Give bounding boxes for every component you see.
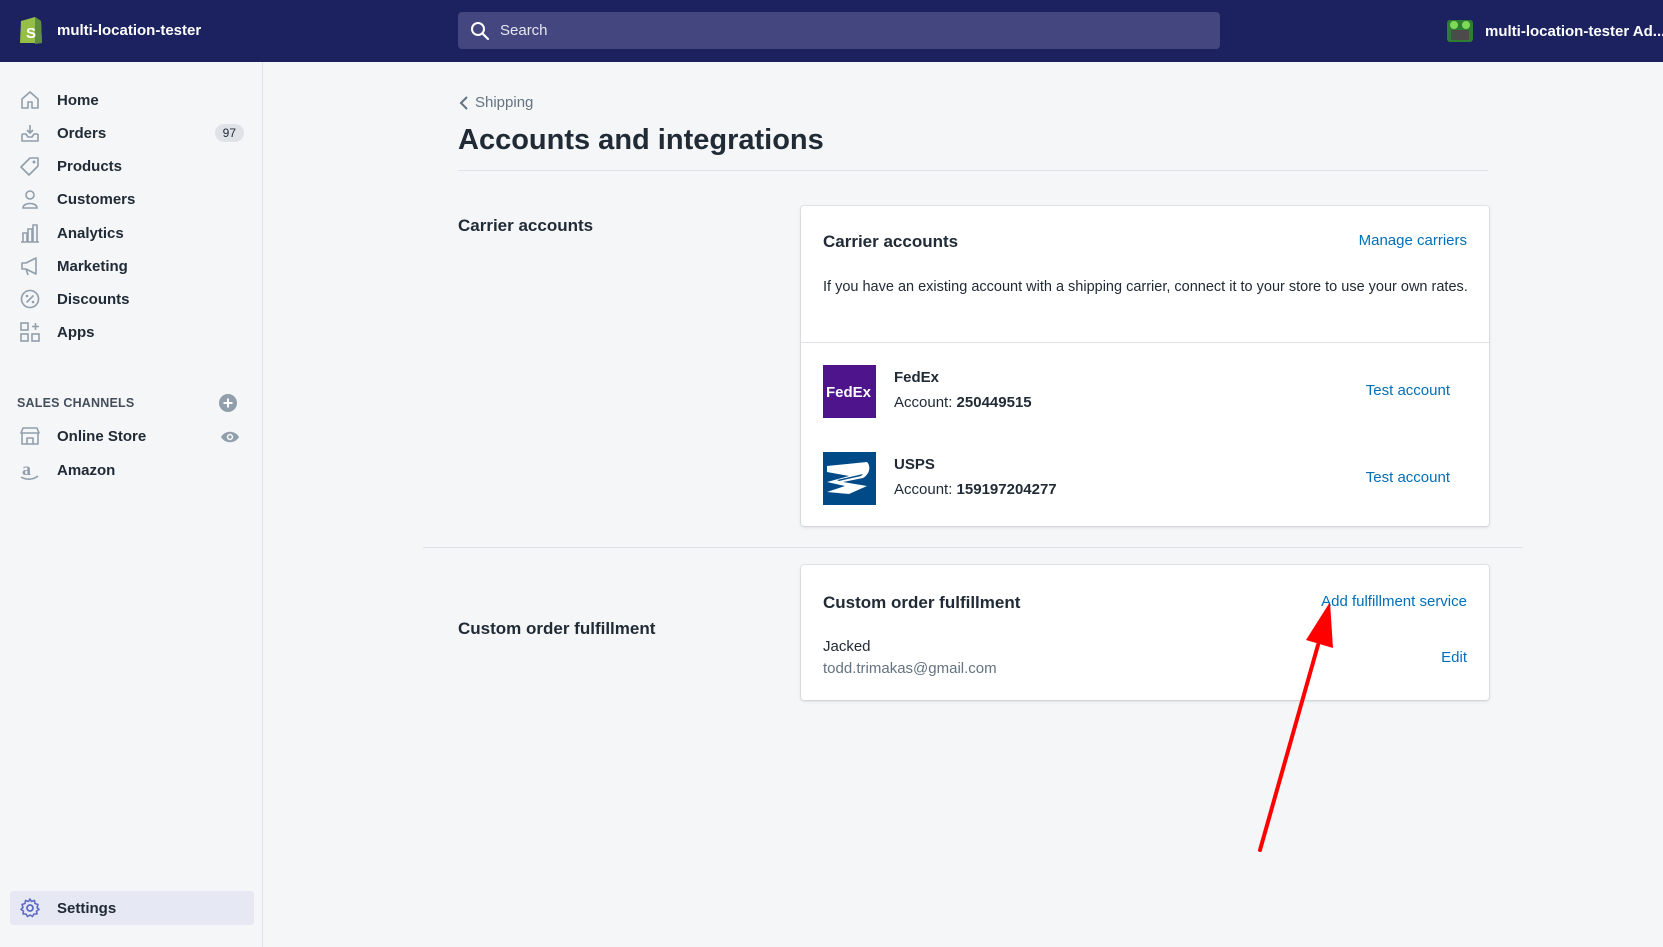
apps-icon [18,320,42,344]
sidebar-item-home[interactable]: Home [10,83,254,117]
store-name: multi-location-tester [57,21,202,39]
fedex-logo-icon: FedEx [823,365,876,418]
title-divider [458,170,1488,171]
account-name: multi-location-tester Ad... [1485,22,1663,40]
sales-channels-title: SALES CHANNELS [17,396,135,410]
carrier-section-label: Carrier accounts [458,216,594,235]
search-icon [471,21,490,40]
manage-carriers-link[interactable]: Manage carriers [1359,232,1467,249]
sidebar-item-apps[interactable]: Apps [10,315,254,349]
sidebar-item-label: Analytics [57,224,124,242]
carrier-accounts-card: Carrier accounts Manage carriers If you … [801,206,1489,526]
account-number: 159197204277 [956,481,1057,498]
account-menu[interactable]: multi-location-tester Ad... [1445,16,1663,46]
sidebar-item-customers[interactable]: Customers [10,182,254,216]
orders-count-badge: 97 [214,124,244,142]
search-bar[interactable] [458,12,1220,49]
svg-text:a: a [22,459,31,479]
amazon-icon: a [18,458,42,482]
sidebar-item-label: Customers [57,190,136,208]
store-brand[interactable]: S multi-location-tester [18,14,201,46]
test-account-fedex-link[interactable]: Test account [1366,382,1450,399]
sidebar-item-orders[interactable]: Orders 97 [10,116,254,150]
svg-text:S: S [26,25,36,42]
sales-channels-header: SALES CHANNELS [17,393,247,413]
carrier-account-fedex: Account: 250449515 [894,394,1032,411]
breadcrumb-back-link[interactable]: Shipping [458,94,533,111]
sidebar-item-amazon[interactable]: a Amazon [10,453,254,487]
account-label: Account: [894,481,953,498]
sidebar-item-label: Discounts [57,290,130,308]
sidebar-item-label: Home [57,91,99,109]
carrier-name-usps: USPS [894,456,935,473]
sidebar-item-settings[interactable]: Settings [10,891,254,925]
sidebar-item-label: Apps [57,323,95,341]
fulfillment-service-name: Jacked [823,638,871,655]
discount-icon [18,287,42,311]
bar-chart-icon [18,221,42,245]
sidebar-item-label: Online Store [57,427,147,445]
shopify-logo-icon: S [20,17,42,44]
breadcrumb-label: Shipping [475,94,534,111]
add-fulfillment-service-link[interactable]: Add fulfillment service [1321,593,1467,610]
search-input[interactable] [500,22,1200,39]
fulfillment-card: Custom order fulfillment Add fulfillment… [801,565,1489,700]
sidebar: Home Orders 97 Products Customers Analyt… [0,62,263,947]
home-icon [18,88,42,112]
person-icon [18,187,42,211]
sidebar-item-analytics[interactable]: Analytics [10,216,254,250]
orders-icon [18,121,42,145]
store-icon [18,424,42,448]
usps-eagle-logo-icon [823,452,876,505]
chevron-left-icon [459,95,468,110]
tag-icon [18,154,42,178]
gear-icon [18,896,42,920]
carrier-card-title: Carrier accounts [823,232,959,251]
fedex-logo-text: FedEx [826,384,872,401]
card-divider [801,342,1489,343]
carrier-description: If you have an existing account with a s… [823,279,1468,295]
main-content: Shipping Accounts and integrations Carri… [263,62,1663,947]
edit-fulfillment-link[interactable]: Edit [1441,649,1467,666]
store-avatar-icon [1447,20,1473,42]
sidebar-item-products[interactable]: Products [10,149,254,183]
carrier-name-fedex: FedEx [894,369,940,386]
test-account-usps-link[interactable]: Test account [1366,469,1450,486]
sidebar-item-label: Orders [57,124,107,142]
add-channel-icon[interactable] [218,393,238,413]
sidebar-item-label: Products [57,157,123,175]
sidebar-item-label: Marketing [57,257,128,275]
sidebar-item-marketing[interactable]: Marketing [10,249,254,283]
fulfillment-service-email: todd.trimakas@gmail.com [823,660,997,677]
section-divider [423,547,1523,548]
carrier-account-usps: Account: 159197204277 [894,481,1057,498]
megaphone-icon [18,254,42,278]
account-label: Account: [894,394,953,411]
top-bar: S multi-location-tester multi-location-t… [0,0,1663,62]
fulfillment-section-label: Custom order fulfillment [458,619,656,638]
sidebar-item-online-store[interactable]: Online Store [10,419,254,453]
account-number: 250449515 [956,394,1032,411]
sidebar-item-label: Amazon [57,461,116,479]
fulfillment-card-title: Custom order fulfillment [823,593,1021,612]
sidebar-item-label: Settings [57,899,117,917]
sidebar-item-discounts[interactable]: Discounts [10,282,254,316]
page-title: Accounts and integrations [458,124,824,156]
eye-icon[interactable] [220,427,240,447]
